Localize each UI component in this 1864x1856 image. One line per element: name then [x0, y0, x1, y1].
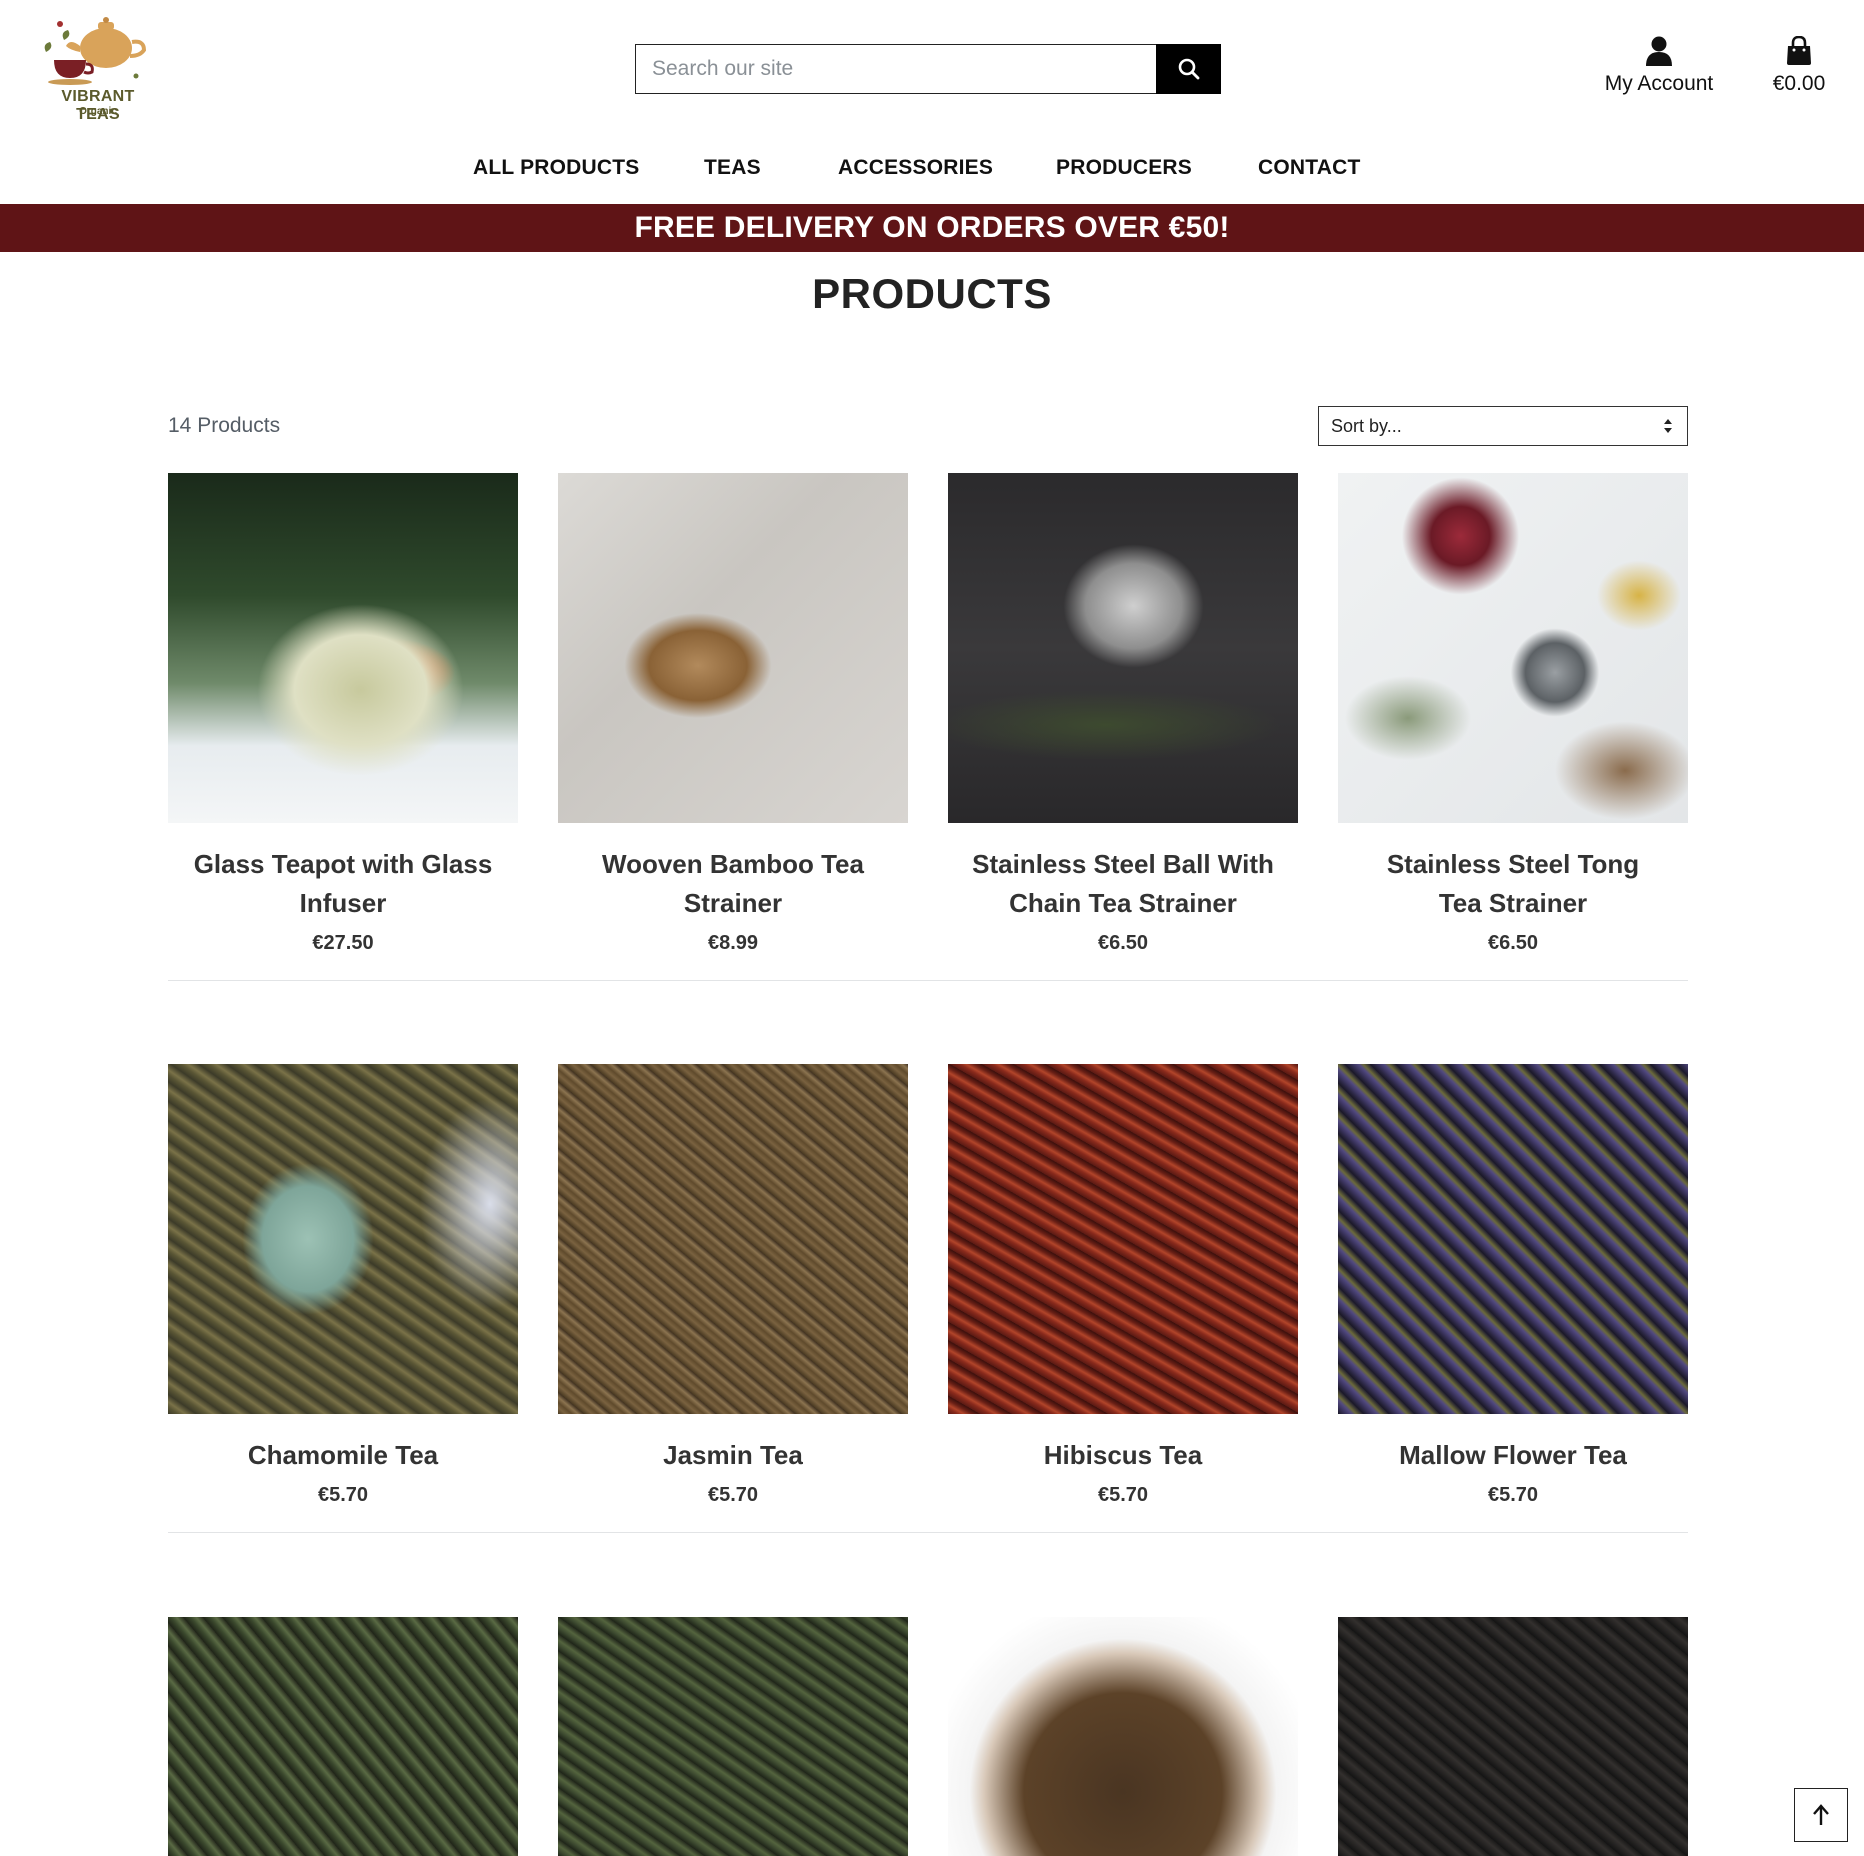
shopping-bag-icon — [1787, 36, 1811, 65]
row-divider — [168, 1532, 1688, 1533]
product-price: €5.70 — [1097, 1484, 1149, 1506]
product-name[interactable]: Mallow Flower Tea — [1338, 1436, 1688, 1475]
product-image[interactable] — [558, 473, 908, 823]
product-image[interactable] — [1338, 473, 1688, 823]
product-card[interactable] — [1338, 1617, 1688, 1856]
product-card[interactable] — [948, 1617, 1298, 1856]
sort-arrows-icon — [1664, 419, 1672, 433]
product-image[interactable] — [1338, 1064, 1688, 1414]
delivery-banner: FREE DELIVERY ON ORDERS OVER €50! — [0, 204, 1864, 252]
product-name[interactable]: Wooven Bamboo Tea Strainer — [558, 845, 908, 923]
search-icon — [1178, 58, 1199, 80]
product-card[interactable]: Mallow Flower Tea €5.70 — [1338, 1064, 1688, 1514]
product-name[interactable]: Hibiscus Tea — [948, 1436, 1298, 1475]
product-card[interactable]: Chamomile Tea €5.70 — [168, 1064, 518, 1514]
product-name[interactable]: Jasmin Tea — [558, 1436, 908, 1475]
back-to-top-button[interactable] — [1794, 1788, 1848, 1842]
search-input[interactable] — [635, 44, 1156, 94]
product-price: €27.50 — [312, 932, 374, 954]
product-card[interactable]: Wooven Bamboo Tea Strainer €8.99 — [558, 473, 908, 954]
product-card[interactable]: Glass Teapot with Glass Infuser €27.50 — [168, 473, 518, 954]
product-price: €5.70 — [1487, 1484, 1539, 1506]
product-count: 14 Products — [168, 414, 281, 437]
product-name[interactable]: Stainless Steel Ball With Chain Tea Stra… — [948, 845, 1298, 923]
product-image[interactable] — [948, 1617, 1298, 1856]
site-logo[interactable]: VIBRANT TEAS Organic — [40, 16, 160, 123]
product-price: €5.70 — [317, 1484, 369, 1506]
nav-producers[interactable]: PRODUCERS — [1056, 156, 1192, 180]
product-name[interactable]: Stainless Steel Tong Tea Strainer — [1338, 845, 1688, 923]
product-image[interactable] — [1338, 1617, 1688, 1856]
sort-select-value: Sort by... — [1331, 415, 1402, 436]
product-image[interactable] — [168, 1617, 518, 1856]
product-name[interactable]: Glass Teapot with Glass Infuser — [168, 845, 518, 923]
product-card[interactable]: Jasmin Tea €5.70 — [558, 1064, 908, 1514]
product-image[interactable] — [948, 1064, 1298, 1414]
site-header: VIBRANT TEAS Organic My Account €0.00 AL… — [0, 0, 1864, 204]
arrow-up-icon — [1813, 1804, 1829, 1825]
nav-accessories[interactable]: ACCESSORIES — [838, 156, 993, 180]
page-title: PRODUCTS — [812, 270, 1052, 317]
product-name[interactable]: Chamomile Tea — [168, 1436, 518, 1475]
product-image[interactable] — [168, 473, 518, 823]
product-card[interactable] — [558, 1617, 908, 1856]
product-image[interactable] — [558, 1617, 908, 1856]
product-card[interactable]: Hibiscus Tea €5.70 — [948, 1064, 1298, 1514]
search-button[interactable] — [1156, 44, 1221, 94]
logo-subtitle: Organic — [79, 106, 117, 117]
product-price: €6.50 — [1487, 932, 1539, 954]
search-form — [635, 44, 1221, 94]
row-divider — [168, 980, 1688, 981]
nav-all-products[interactable]: ALL PRODUCTS — [473, 156, 640, 180]
account-link[interactable]: My Account — [1598, 36, 1720, 100]
sort-select[interactable]: Sort by... — [1318, 406, 1688, 446]
cart-link[interactable]: €0.00 — [1764, 36, 1834, 100]
product-price: €5.70 — [707, 1484, 759, 1506]
teapot-logo-icon — [44, 17, 147, 85]
product-price: €8.99 — [707, 932, 759, 954]
product-image[interactable] — [948, 473, 1298, 823]
nav-contact[interactable]: CONTACT — [1258, 156, 1361, 180]
account-label: My Account — [1604, 72, 1714, 95]
product-card[interactable]: Stainless Steel Ball With Chain Tea Stra… — [948, 473, 1298, 954]
product-card[interactable] — [168, 1617, 518, 1856]
delivery-banner-text: FREE DELIVERY ON ORDERS OVER €50! — [634, 211, 1230, 244]
user-icon — [1646, 36, 1672, 66]
product-card[interactable]: Stainless Steel Tong Tea Strainer €6.50 — [1338, 473, 1688, 954]
main-nav: ALL PRODUCTS TEAS ACCESSORIES PRODUCERS … — [0, 150, 1864, 186]
nav-teas[interactable]: TEAS — [704, 156, 761, 180]
product-image[interactable] — [168, 1064, 518, 1414]
product-image[interactable] — [558, 1064, 908, 1414]
cart-total: €0.00 — [1772, 72, 1826, 95]
product-price: €6.50 — [1097, 932, 1149, 954]
